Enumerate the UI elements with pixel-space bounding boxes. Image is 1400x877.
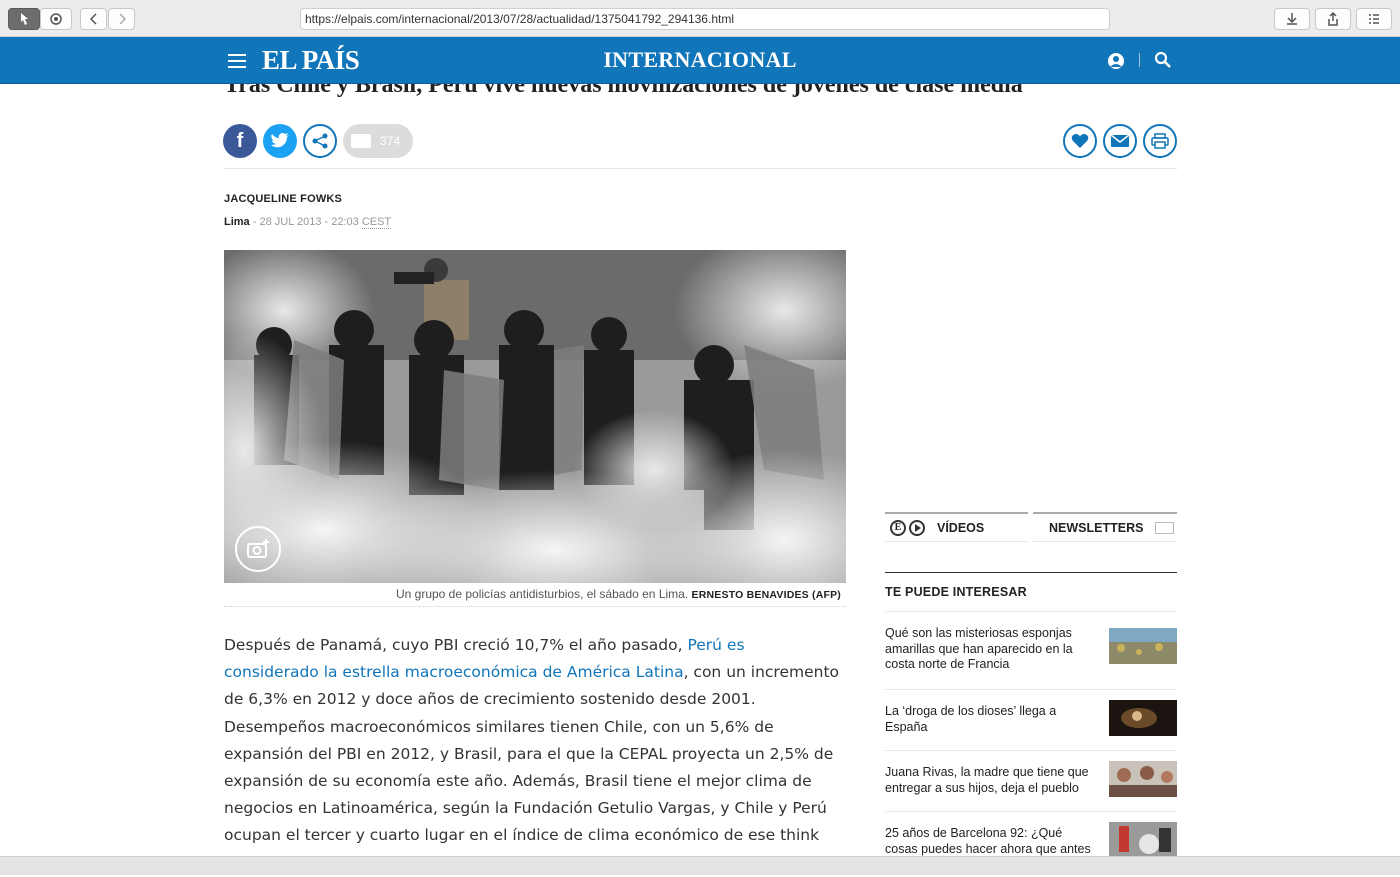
photo-credit: ERNESTO BENAVIDES (AFP) bbox=[691, 589, 841, 601]
article-dateline: Lima - 28 JUL 2013 - 22:03 CEST bbox=[224, 216, 392, 229]
address-bar[interactable]: https://elpais.com/internacional/2013/07… bbox=[300, 8, 1110, 30]
body-text-1: Después de Panamá, cuyo PBI creció 10,7%… bbox=[224, 636, 688, 654]
print-icon[interactable] bbox=[1143, 124, 1177, 158]
photo-caption: Un grupo de policías antidisturbios, el … bbox=[224, 587, 841, 601]
newsletter-mail-icon bbox=[1155, 521, 1175, 534]
list-item-title[interactable]: Juana Rivas, la madre que tiene que entr… bbox=[885, 765, 1093, 796]
twitter-icon[interactable] bbox=[263, 124, 297, 158]
article-body: Después de Panamá, cuyo PBI creció 10,7%… bbox=[224, 632, 844, 877]
search-icon[interactable] bbox=[1154, 51, 1172, 69]
body-text-2: , con un incremento de 6,3% en 2012 y do… bbox=[224, 663, 840, 871]
comment-count: 374 bbox=[380, 134, 401, 148]
user-icon[interactable] bbox=[1106, 52, 1126, 70]
list-item-thumbnail[interactable] bbox=[1109, 822, 1177, 856]
tab-videos-label: VÍDEOS bbox=[937, 520, 985, 535]
list-item[interactable]: Juana Rivas, la madre que tiene que entr… bbox=[885, 750, 1177, 811]
list-item-thumbnail[interactable] bbox=[1109, 628, 1177, 664]
facebook-icon[interactable]: f bbox=[223, 124, 257, 158]
section-title[interactable]: INTERNACIONAL bbox=[0, 47, 1400, 73]
back-icon[interactable] bbox=[80, 8, 107, 30]
list-item-title[interactable]: Qué son las misteriosas esponjas amarill… bbox=[885, 626, 1093, 673]
article-author[interactable]: JACQUELINE FOWKS bbox=[224, 193, 342, 205]
caption-text: Un grupo de policías antidisturbios, el … bbox=[395, 587, 689, 601]
share-icon[interactable] bbox=[1315, 8, 1351, 30]
tab-newsletters[interactable]: NEWSLETTERS bbox=[1033, 512, 1177, 542]
video-play-icon bbox=[909, 519, 925, 536]
browser-toolbar: https://elpais.com/internacional/2013/07… bbox=[0, 0, 1400, 37]
reader-icon[interactable] bbox=[1356, 8, 1392, 30]
tab-newsletters-label: NEWSLETTERS bbox=[1049, 520, 1144, 535]
comment-icon bbox=[351, 134, 371, 148]
article-timezone: CEST bbox=[361, 216, 392, 229]
list-item[interactable]: 25 años de Barcelona 92: ¿Qué cosas pued… bbox=[885, 811, 1177, 856]
list-item-title[interactable]: 25 años de Barcelona 92: ¿Qué cosas pued… bbox=[885, 826, 1093, 856]
heart-icon[interactable] bbox=[1063, 124, 1097, 158]
list-item-thumbnail[interactable] bbox=[1109, 700, 1177, 736]
comments-button[interactable]: 374 bbox=[343, 124, 413, 158]
site-header: EL PAÍS INTERNACIONAL bbox=[0, 37, 1400, 84]
camera-icon[interactable] bbox=[235, 526, 281, 572]
forward-icon[interactable] bbox=[108, 8, 135, 30]
article-city: Lima bbox=[224, 216, 250, 228]
share-divider bbox=[224, 168, 1177, 169]
screenshot-icon[interactable] bbox=[40, 8, 72, 30]
sidebar-title: TE PUEDE INTERESAR bbox=[885, 572, 1177, 599]
list-item-thumbnail[interactable] bbox=[1109, 761, 1177, 797]
el-pais-e-icon: E bbox=[890, 519, 906, 536]
list-item[interactable]: Qué son las misteriosas esponjas amarill… bbox=[885, 611, 1177, 689]
caption-divider bbox=[224, 606, 846, 607]
dateline-separator: - bbox=[249, 216, 260, 228]
pointer-icon[interactable] bbox=[8, 8, 40, 30]
tab-videos[interactable]: E VÍDEOS bbox=[885, 512, 1028, 542]
list-item[interactable]: La ‘droga de los dioses’ llega a España bbox=[885, 689, 1177, 750]
article-photo[interactable] bbox=[224, 250, 846, 583]
share-network-icon[interactable] bbox=[303, 124, 337, 158]
list-item-title[interactable]: La ‘droga de los dioses’ llega a España bbox=[885, 704, 1093, 735]
mail-icon[interactable] bbox=[1103, 124, 1137, 158]
header-divider bbox=[1139, 53, 1140, 67]
sidebar-tabs: E VÍDEOS NEWSLETTERS bbox=[885, 512, 1177, 542]
article-date: 28 JUL 2013 - 22:03 bbox=[259, 216, 359, 228]
browser-status-bar bbox=[0, 856, 1400, 875]
download-icon[interactable] bbox=[1274, 8, 1310, 30]
